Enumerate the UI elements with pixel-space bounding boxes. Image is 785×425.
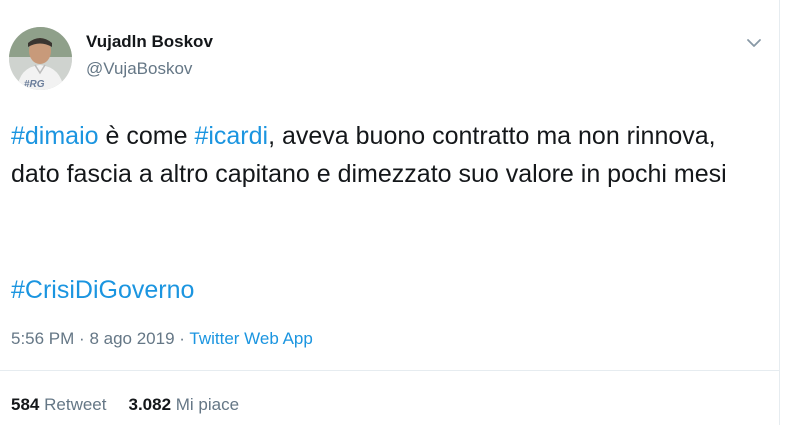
retweets-stat[interactable]: 584 Retweet: [11, 395, 106, 414]
author-handle[interactable]: @VujaBoskov: [86, 59, 192, 79]
tweet-metadata: 5:56 PM · 8 ago 2019 · Twitter Web App: [11, 329, 313, 349]
likes-count: 3.082: [128, 395, 172, 414]
tweet-menu-button[interactable]: [746, 36, 762, 48]
hashtag-link[interactable]: #icardi: [194, 122, 268, 150]
avatar[interactable]: #RG: [9, 27, 72, 90]
author-display-name[interactable]: Vujadln Boskov: [86, 32, 213, 52]
tweet-text: #dimaio è come #icardi, aveva buono cont…: [11, 117, 751, 193]
likes-label: Mi piace: [175, 395, 240, 414]
tweet-stats: 584 Retweet 3.082 Mi piace: [11, 395, 239, 415]
hashtag-link[interactable]: #dimaio: [11, 122, 99, 150]
likes-stat[interactable]: 3.082 Mi piace: [128, 395, 239, 414]
tweet-text-segment: è come: [98, 122, 195, 150]
meta-separator: ·: [179, 329, 185, 348]
tweet-card: #RG Vujadln Boskov @VujaBoskov #dimaio è…: [0, 0, 780, 425]
avatar-image: #RG: [9, 27, 72, 90]
divider: [0, 370, 780, 371]
meta-separator: ·: [79, 329, 85, 348]
chevron-down-icon: [747, 39, 761, 47]
tweet-source-link[interactable]: Twitter Web App: [189, 329, 312, 348]
retweets-count: 584: [11, 395, 40, 414]
tweet-date[interactable]: 8 ago 2019: [89, 329, 174, 348]
hashtag-link[interactable]: #CrisiDiGoverno: [11, 271, 194, 309]
tweet-time[interactable]: 5:56 PM: [11, 329, 74, 348]
avatar-badge: #RG: [24, 79, 45, 90]
retweets-label: Retweet: [44, 395, 107, 414]
